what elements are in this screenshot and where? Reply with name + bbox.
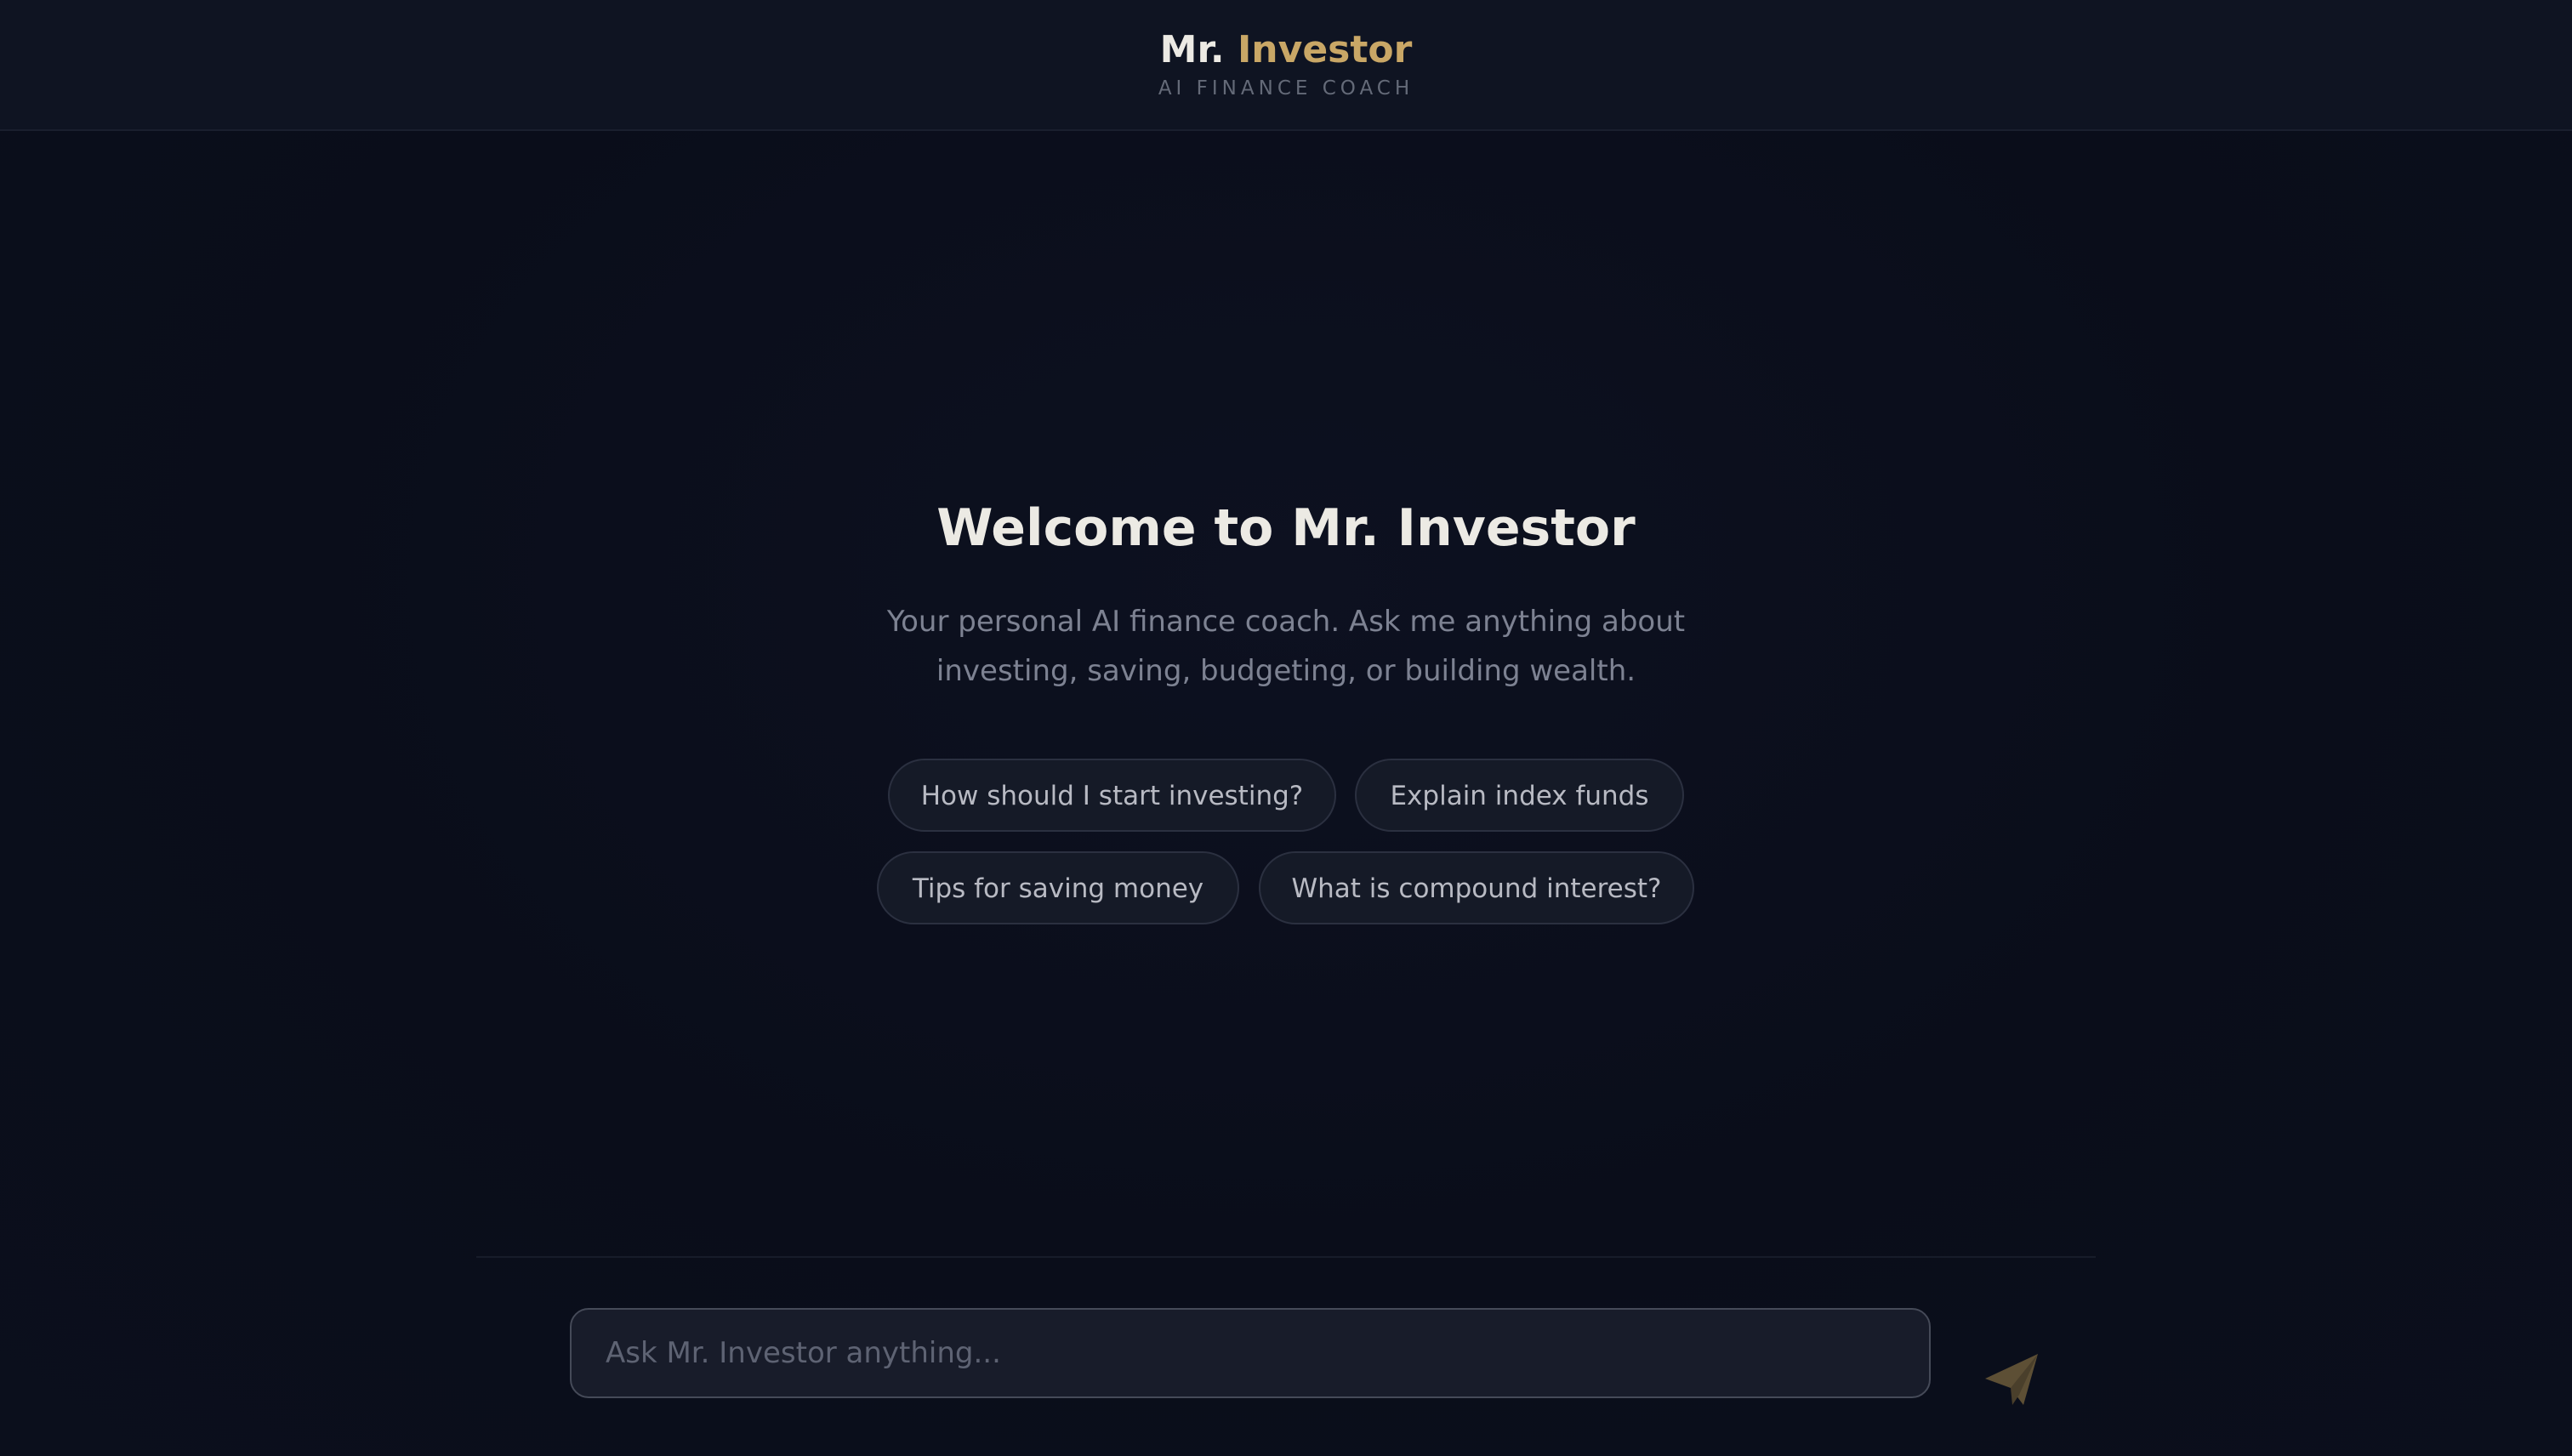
composer-divider [476, 1256, 2096, 1258]
suggestion-chip-index-funds[interactable]: Explain index funds [1355, 759, 1684, 832]
suggestion-chip-start-investing[interactable]: How should I start investing? [888, 759, 1336, 832]
chat-input[interactable] [570, 1308, 1931, 1398]
app-header: Mr. Investor AI FINANCE COACH [0, 0, 2572, 131]
welcome-title: Welcome to Mr. Investor [936, 498, 1636, 558]
paper-plane-icon [1985, 1354, 2038, 1405]
app-title-prefix: Mr. [1159, 28, 1225, 71]
app-title-accent: Investor [1237, 28, 1413, 71]
app-title: Mr. Investor [0, 24, 2572, 77]
send-button[interactable] [1982, 1351, 2041, 1410]
suggestion-chip-saving-money[interactable]: Tips for saving money [877, 851, 1239, 924]
welcome-description: Your personal AI finance coach. Ask me a… [886, 605, 1686, 688]
suggestion-chip-compound-interest[interactable]: What is compound interest? [1259, 851, 1694, 924]
app-tagline: AI FINANCE COACH [1158, 77, 1414, 100]
